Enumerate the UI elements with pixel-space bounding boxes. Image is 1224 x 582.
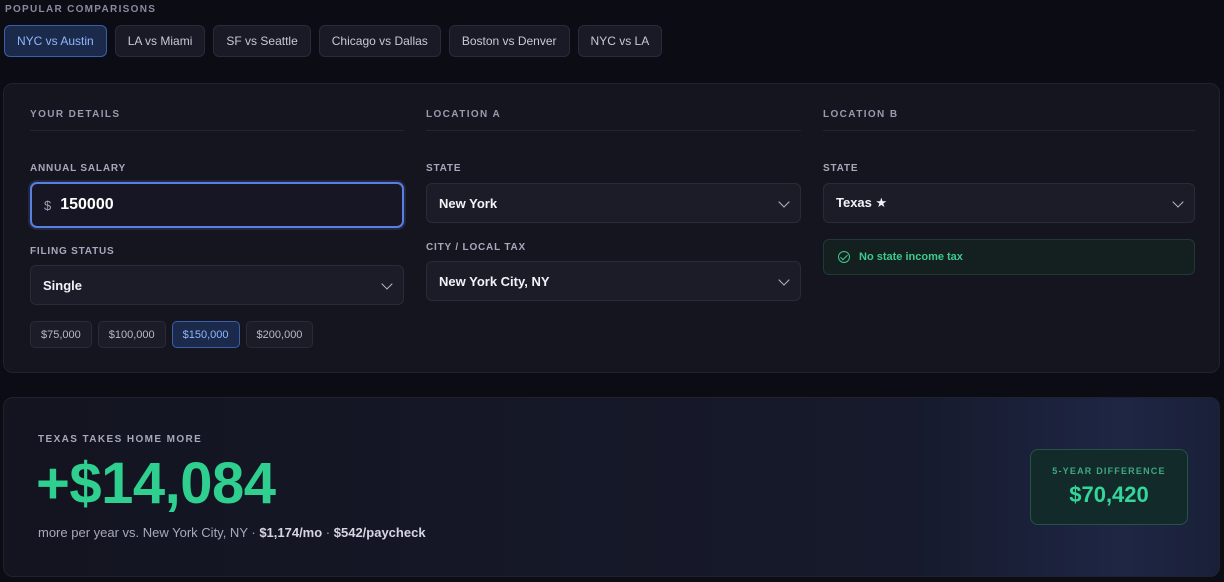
result-card: TEXAS TAKES HOME MORE +$14,084 more per … [3, 397, 1220, 577]
chevron-down-icon [778, 274, 790, 286]
preset-150000-button[interactable]: $150,000 [171, 321, 240, 348]
tax-comparison-page: POPULAR COMPARISONS NYC vs Austin LA vs … [0, 0, 1224, 582]
location-a-state-value: New York [439, 195, 498, 211]
salary-presets: $75,000 $100,000 $150,000 $200,000 [30, 321, 314, 348]
chip-la-vs-miami[interactable]: LA vs Miami [114, 25, 206, 57]
chevron-down-icon [778, 196, 790, 208]
preset-75000-button[interactable]: $75,000 [30, 321, 92, 348]
currency-symbol: $ [44, 197, 52, 213]
popular-comparisons-chips: NYC vs Austin LA vs Miami SF vs Seattle … [4, 25, 663, 57]
monthly-difference: $1,174/mo [259, 525, 323, 540]
five-year-difference-value: $70,420 [1069, 482, 1149, 507]
divider [823, 130, 1195, 131]
your-details-header: YOUR DETAILS [30, 109, 121, 120]
result-subtext-separator: · [322, 525, 334, 540]
location-a-column: LOCATION A STATE New York CITY / LOCAL T… [426, 84, 801, 374]
your-details-column: YOUR DETAILS ANNUAL SALARY $ 150000 FILI… [30, 84, 404, 374]
result-subtext-prefix: more per year vs. New York City, NY · [38, 525, 260, 540]
chip-sf-vs-seattle[interactable]: SF vs Seattle [213, 25, 311, 57]
location-b-state-select[interactable]: Texas ★ [823, 183, 1195, 223]
no-state-tax-notice: No state income tax [823, 239, 1195, 275]
location-a-header: LOCATION A [426, 109, 502, 120]
city-local-tax-select[interactable]: New York City, NY [426, 261, 801, 301]
chip-boston-vs-denver[interactable]: Boston vs Denver [448, 25, 570, 57]
location-b-header: LOCATION B [823, 109, 899, 120]
chip-nyc-vs-la[interactable]: NYC vs LA [577, 25, 663, 57]
location-a-state-select[interactable]: New York [426, 183, 801, 223]
preset-100000-button[interactable]: $100,000 [97, 321, 166, 348]
divider [426, 130, 801, 131]
location-b-column: LOCATION B STATE Texas ★ No state income… [823, 84, 1195, 374]
five-year-difference-label: 5-YEAR DIFFERENCE [1052, 466, 1166, 476]
filing-status-select[interactable]: Single [30, 265, 404, 305]
annual-difference-amount: +$14,084 [36, 451, 276, 516]
annual-salary-label: ANNUAL SALARY [30, 163, 126, 174]
divider [30, 130, 404, 131]
preset-200000-button[interactable]: $200,000 [245, 321, 314, 348]
popular-comparisons-label: POPULAR COMPARISONS [5, 4, 157, 15]
five-year-difference-card: 5-YEAR DIFFERENCE $70,420 [1030, 449, 1188, 525]
annual-salary-input[interactable]: $ 150000 [30, 182, 404, 228]
city-local-tax-label: CITY / LOCAL TAX [426, 242, 527, 253]
city-local-tax-value: New York City, NY [439, 273, 550, 289]
check-circle-icon [838, 251, 850, 263]
chevron-down-icon [381, 278, 393, 290]
location-b-state-value: Texas ★ [836, 195, 888, 210]
salary-value: 150000 [60, 196, 114, 213]
inputs-card: YOUR DETAILS ANNUAL SALARY $ 150000 FILI… [3, 83, 1220, 373]
location-a-state-label: STATE [426, 163, 462, 174]
filing-status-label: FILING STATUS [30, 246, 115, 257]
paycheck-difference: $542/paycheck [333, 525, 426, 540]
chip-nyc-vs-austin[interactable]: NYC vs Austin [4, 25, 107, 57]
result-subtext: more per year vs. New York City, NY · $1… [38, 525, 426, 540]
filing-status-value: Single [43, 277, 83, 293]
no-state-tax-text: No state income tax [859, 251, 963, 263]
result-headline: TEXAS TAKES HOME MORE [38, 434, 203, 445]
chip-chicago-vs-dallas[interactable]: Chicago vs Dallas [318, 25, 441, 57]
chevron-down-icon [1172, 196, 1184, 208]
location-b-state-label: STATE [823, 163, 859, 174]
